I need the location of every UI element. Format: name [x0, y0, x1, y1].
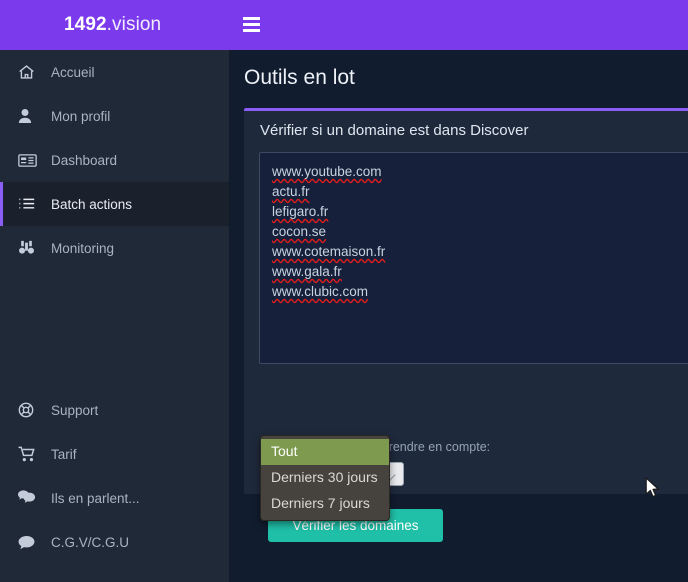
card-title: Vérifier si un domaine est dans Discover [260, 122, 528, 139]
duration-dropdown-list[interactable]: Tout Derniers 30 jours Derniers 7 jours [260, 435, 390, 521]
sidebar-item-label: Support [51, 403, 98, 418]
sidebar-item-batch-actions[interactable]: Batch actions [0, 182, 229, 226]
sidebar-item-label: Monitoring [51, 241, 114, 256]
sidebar-item-accueil[interactable]: Accueil [0, 50, 229, 94]
sidebar-item-label: C.G.V/C.G.U [51, 535, 129, 550]
top-navbar: 1492.vision [0, 0, 688, 50]
sidebar-item-label: Dashboard [51, 153, 117, 168]
cart-icon [18, 446, 40, 462]
domain-line: www.gala.fr [272, 262, 688, 282]
domain-line: www.clubic.com [272, 282, 688, 302]
brand-suffix: .vision [107, 14, 162, 35]
chat-bubble-icon [18, 534, 40, 550]
sidebar-item-mon-profil[interactable]: Mon profil [0, 94, 229, 138]
sidebar-item-cgv-cgu[interactable]: C.G.V/C.G.U [0, 520, 229, 564]
home-icon [18, 64, 40, 80]
sidebar-item-tarif[interactable]: Tarif [0, 432, 229, 476]
sidebar-item-dashboard[interactable]: Dashboard [0, 138, 229, 182]
hamburger-bar-1 [243, 17, 260, 20]
domain-line: www.youtube.com [272, 162, 688, 182]
list-icon [18, 196, 40, 212]
sidebar-item-support[interactable]: Support [0, 388, 229, 432]
hamburger-bar-2 [243, 23, 260, 26]
dropdown-option-derniers-7-jours[interactable]: Derniers 7 jours [261, 491, 389, 517]
sidebar-item-label: Batch actions [51, 197, 132, 212]
dashboard-icon [18, 152, 40, 168]
dropdown-option-tout[interactable]: Tout [261, 439, 389, 465]
sidebar: Accueil Mon profil Dashboard [0, 50, 230, 582]
hamburger-icon[interactable] [243, 17, 260, 32]
sidebar-item-label: Mon profil [51, 109, 110, 124]
sidebar-item-ils-en-parlent[interactable]: Ils en parlent... [0, 476, 229, 520]
sidebar-item-label: Ils en parlent... [51, 491, 140, 506]
chat-bubbles-icon [18, 490, 40, 506]
domain-line: lefigaro.fr [272, 202, 688, 222]
domain-list-textarea[interactable]: www.youtube.com actu.fr lefigaro.fr coco… [259, 152, 688, 364]
app-root: 1492.vision Accueil Mon profil [0, 0, 688, 582]
page-title: Outils en lot [244, 66, 355, 90]
user-icon [18, 108, 40, 124]
hamburger-bar-3 [243, 29, 260, 32]
domain-line: actu.fr [272, 182, 688, 202]
brand-number: 1492 [64, 14, 107, 35]
sidebar-item-label: Accueil [51, 65, 95, 80]
sidebar-item-label: Tarif [51, 447, 77, 462]
lifebuoy-icon [18, 402, 40, 418]
domain-line: cocon.se [272, 222, 688, 242]
sidebar-item-monitoring[interactable]: Monitoring [0, 226, 229, 270]
sidebar-spacer [0, 270, 229, 388]
dropdown-option-derniers-30-jours[interactable]: Derniers 30 jours [261, 465, 389, 491]
binoculars-icon [18, 240, 40, 256]
domain-line: www.cotemaison.fr [272, 242, 688, 262]
brand-logo[interactable]: 1492.vision [64, 14, 161, 36]
